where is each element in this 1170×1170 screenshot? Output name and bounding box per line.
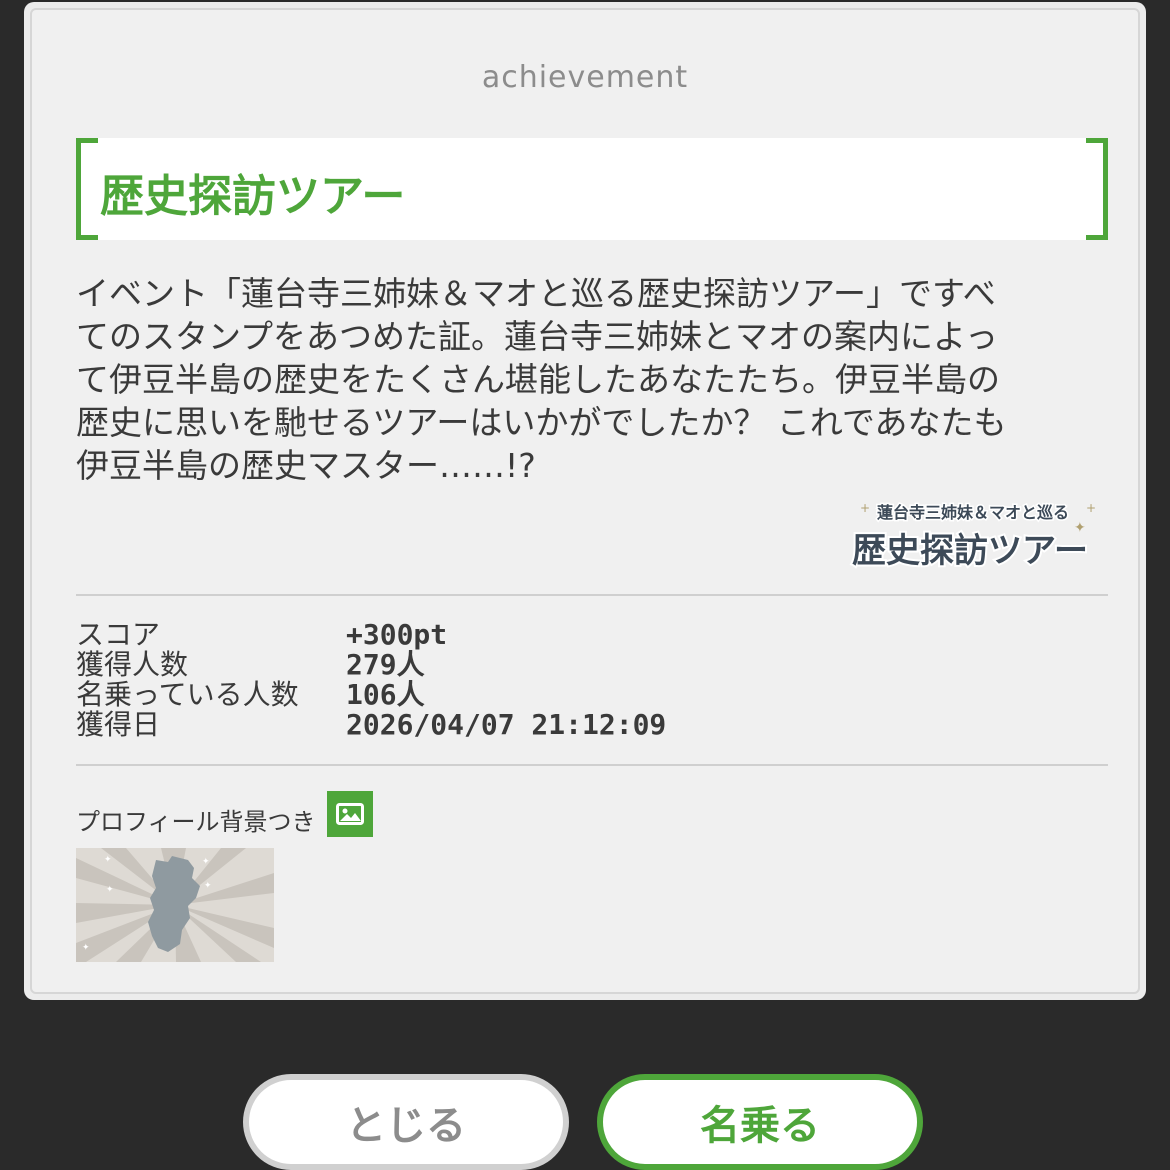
- stat-label: スコア: [76, 618, 161, 651]
- stat-value: 106人: [346, 678, 425, 711]
- svg-text:✦: ✦: [202, 857, 210, 867]
- stat-value: 279人: [346, 648, 425, 681]
- profile-background-label: プロフィール背景つき: [76, 808, 316, 836]
- achievement-card: achievement 歴史探訪ツアー イベント「蓮台寺三姉妹＆マオと巡る歴史探…: [24, 2, 1146, 1000]
- stat-value: +300pt: [346, 618, 448, 651]
- claim-title-button[interactable]: 名乗る: [597, 1074, 923, 1170]
- stat-row-claiming-count: 名乗っている人数 106人: [76, 680, 776, 710]
- description-line: 伊豆半島の歴史マスター……!?: [76, 446, 536, 485]
- description-line: てのスタンプをあつめた証。蓮台寺三姉妹とマオの案内によっ: [76, 317, 999, 356]
- divider: [76, 594, 1108, 596]
- description-line: て伊豆半島の歴史をたくさん堪能したあなたたち。伊豆半島の: [76, 360, 1000, 399]
- description-line: 歴史に思いを馳せるツアーはいかがでしたか？ これであなたも: [76, 403, 1007, 442]
- svg-text:✦: ✦: [82, 943, 90, 953]
- stats-list: スコア +300pt 獲得人数 279人 名乗っている人数 106人 獲得日 2…: [76, 620, 776, 740]
- event-logo-main-text: 歴史探訪ツアー: [852, 531, 1088, 571]
- stat-label: 獲得人数: [76, 648, 189, 681]
- sparkle-icon: +: [1086, 501, 1096, 515]
- stat-value: 2026/04/07 21:12:09: [346, 708, 667, 741]
- achievement-title: 歴史探訪ツアー: [100, 171, 406, 222]
- event-logo: + + ✦ 蓮台寺三姉妹＆マオと巡る 歴史探訪ツアー: [850, 501, 1096, 573]
- achievement-card-inner: achievement 歴史探訪ツアー イベント「蓮台寺三姉妹＆マオと巡る歴史探…: [30, 8, 1140, 994]
- stat-row-acquired-count: 獲得人数 279人: [76, 650, 776, 680]
- stat-row-score: スコア +300pt: [76, 620, 776, 650]
- close-button[interactable]: とじる: [243, 1074, 569, 1170]
- stat-row-acquired-date: 獲得日 2026/04/07 21:12:09: [76, 710, 776, 740]
- image-icon: [327, 791, 373, 837]
- svg-text:✦: ✦: [106, 885, 114, 895]
- stat-label: 獲得日: [76, 708, 161, 741]
- description-line: イベント「蓮台寺三姉妹＆マオと巡る歴史探訪ツアー」ですべ: [76, 274, 996, 313]
- sparkle-icon: +: [860, 501, 870, 515]
- profile-background-thumbnail[interactable]: ✦ ✦ ✦ ✦ ✦: [76, 848, 274, 962]
- stat-label: 名乗っている人数: [76, 678, 299, 711]
- svg-text:✦: ✦: [104, 855, 112, 865]
- divider: [76, 764, 1108, 766]
- svg-text:✦: ✦: [204, 881, 212, 891]
- achievement-description: イベント「蓮台寺三姉妹＆マオと巡る歴史探訪ツアー」ですべ てのスタンプをあつめた…: [76, 272, 1108, 487]
- achievement-title-box: 歴史探訪ツアー: [76, 138, 1108, 240]
- right-bracket: [1086, 138, 1108, 240]
- left-bracket: [76, 138, 98, 240]
- event-logo-top-text: 蓮台寺三姉妹＆マオと巡る: [877, 503, 1069, 522]
- header-label: achievement: [481, 60, 689, 95]
